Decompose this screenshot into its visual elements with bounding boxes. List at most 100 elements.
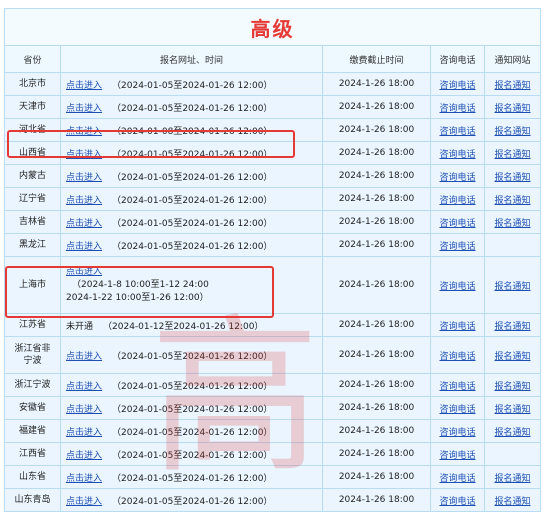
exam-registration-table: 高级 省份 报名网址、时间 缴费截止时间 咨询电话 通知网站 北京市 点击进入 （2…: [3, 8, 542, 512]
table-row: 山东省 点击进入 （2024-01-05至2024-01-26 12:00） 2024…: [4, 465, 542, 489]
phone-link[interactable]: 咨询电话: [439, 173, 475, 183]
notice-cell: 报名通知: [483, 373, 542, 397]
register-link[interactable]: 点击进入: [66, 104, 102, 114]
phone-link[interactable]: 咨询电话: [439, 352, 475, 362]
phone-link[interactable]: 咨询电话: [439, 322, 475, 332]
register-link[interactable]: 点击进入: [66, 266, 320, 279]
notice-link[interactable]: 报名通知: [495, 173, 531, 183]
register-link[interactable]: 点击进入: [66, 405, 102, 415]
registration-cell: 点击进入 （2024-01-05至2024-01-26 12:00）: [60, 95, 323, 119]
registration-cell: 点击进入 （2024-01-05至2024-01-26 12:00）: [60, 164, 323, 188]
notice-cell: 报名通知: [483, 313, 542, 337]
registration-cell: 点击进入 （2024-01-05至2024-01-26 12:00）: [60, 141, 323, 165]
deadline-cell: 2024-1-26 18:00: [322, 465, 431, 489]
phone-link[interactable]: 咨询电话: [439, 428, 475, 438]
registration-dates: （2024-01-05至2024-01-26 12:00）: [112, 218, 273, 229]
phone-cell: 咨询电话: [430, 465, 485, 489]
province-cell: 浙江省非宁波: [4, 336, 61, 374]
deadline-cell: 2024-1-26 18:00: [322, 256, 431, 314]
register-link[interactable]: 点击进入: [66, 173, 102, 183]
phone-link[interactable]: 咨询电话: [439, 382, 475, 392]
register-link[interactable]: 点击进入: [66, 81, 102, 91]
province-cell: 山东省: [4, 465, 61, 489]
notice-link[interactable]: 报名通知: [495, 352, 531, 362]
phone-link[interactable]: 咨询电话: [439, 150, 475, 160]
phone-cell: 咨询电话: [430, 118, 485, 142]
notice-cell: 报名通知: [483, 210, 542, 234]
deadline-cell: 2024-1-26 18:00: [322, 313, 431, 337]
registration-cell: 点击进入 （2024-01-05至2024-01-26 12:00）: [60, 210, 323, 234]
phone-link[interactable]: 咨询电话: [439, 282, 475, 292]
table-row: 河北省 点击进入 （2024-01-08至2024-01-26 12:00） 2024…: [4, 118, 542, 142]
registration-cell: 点击进入 （2024-01-05至2024-01-26 12:00）: [60, 488, 323, 512]
register-link[interactable]: 点击进入: [66, 196, 102, 206]
province-name: 江西省: [18, 449, 46, 459]
notice-link[interactable]: 报名通知: [495, 382, 531, 392]
header-province: 省份: [4, 45, 61, 73]
phone-link[interactable]: 咨询电话: [439, 242, 475, 252]
phone-link[interactable]: 咨询电话: [439, 474, 475, 484]
notice-link[interactable]: 报名通知: [495, 127, 531, 137]
deadline-cell: 2024-1-26 18:00: [322, 187, 431, 211]
notice-link[interactable]: 报名通知: [495, 282, 531, 292]
notice-cell: 报名通知: [483, 187, 542, 211]
notice-link[interactable]: 报名通知: [495, 196, 531, 206]
notice-link[interactable]: 报名通知: [495, 405, 531, 415]
notice-cell: [483, 233, 542, 257]
deadline-cell: 2024-1-26 18:00: [322, 72, 431, 96]
registration-dates: （2024-01-08至2024-01-26 12:00）: [112, 126, 273, 137]
register-link[interactable]: 点击进入: [66, 127, 102, 137]
province-cell: 山东青岛: [4, 488, 61, 512]
province-cell: 河北省: [4, 118, 61, 142]
notice-link[interactable]: 报名通知: [495, 474, 531, 484]
notice-link[interactable]: 报名通知: [495, 81, 531, 91]
title-row: 高级: [3, 8, 542, 46]
register-link[interactable]: 点击进入: [66, 150, 102, 160]
register-link[interactable]: 点击进入: [66, 382, 102, 392]
notice-link[interactable]: 报名通知: [495, 104, 531, 114]
register-link[interactable]: 点击进入: [66, 474, 102, 484]
register-link[interactable]: 点击进入: [66, 428, 102, 438]
phone-cell: 咨询电话: [430, 141, 485, 165]
phone-link[interactable]: 咨询电话: [439, 81, 475, 91]
register-link[interactable]: 点击进入: [66, 352, 102, 362]
notice-link[interactable]: 报名通知: [495, 219, 531, 229]
phone-link[interactable]: 咨询电话: [439, 127, 475, 137]
page-title: 高级: [3, 8, 542, 46]
notice-cell: 报名通知: [483, 118, 542, 142]
registration-dates: （2024-01-05至2024-01-26 12:00）: [112, 149, 273, 160]
registration-cell: 点击进入 （2024-01-05至2024-01-26 12:00）: [60, 233, 323, 257]
table-row: 上海市 点击进入 （2024-1-8 10:00至1-12 24:00 2024-1-…: [4, 256, 542, 314]
notice-link[interactable]: 报名通知: [495, 428, 531, 438]
notice-link[interactable]: 报名通知: [495, 322, 531, 332]
table-row: 内蒙古 点击进入 （2024-01-05至2024-01-26 12:00） 2024…: [4, 164, 542, 188]
phone-cell: 咨询电话: [430, 187, 485, 211]
registration-dates: （2024-01-05至2024-01-26 12:00）: [112, 80, 273, 91]
registration-cell: 点击进入 （2024-01-05至2024-01-26 12:00）: [60, 396, 323, 420]
registration-cell: 点击进入 （2024-01-05至2024-01-26 12:00）: [60, 336, 323, 374]
province-name: 山东青岛: [14, 495, 51, 505]
province-cell: 江西省: [4, 442, 61, 466]
province-cell: 北京市: [4, 72, 61, 96]
header-deadline: 缴费截止时间: [322, 45, 431, 73]
notice-link[interactable]: 报名通知: [495, 150, 531, 160]
province-cell: 天津市: [4, 95, 61, 119]
phone-link[interactable]: 咨询电话: [439, 196, 475, 206]
deadline-cell: 2024-1-26 18:00: [322, 419, 431, 443]
registration-cell: 点击进入 （2024-01-05至2024-01-26 12:00）: [60, 465, 323, 489]
notice-cell: 报名通知: [483, 141, 542, 165]
phone-link[interactable]: 咨询电话: [439, 219, 475, 229]
register-link[interactable]: 点击进入: [66, 451, 102, 461]
table-row: 江西省 点击进入 （2024-01-05至2024-01-26 12:00） 2024…: [4, 442, 542, 466]
registration-cell: 点击进入 （2024-01-05至2024-01-26 12:00）: [60, 419, 323, 443]
deadline-cell: 2024-1-26 18:00: [322, 141, 431, 165]
phone-link[interactable]: 咨询电话: [439, 451, 475, 461]
register-link[interactable]: 点击进入: [66, 242, 102, 252]
notice-cell: 报名通知: [483, 164, 542, 188]
phone-link[interactable]: 咨询电话: [439, 104, 475, 114]
province-cell: 山西省: [4, 141, 61, 165]
register-link[interactable]: 点击进入: [66, 219, 102, 229]
phone-link[interactable]: 咨询电话: [439, 405, 475, 415]
table-row: 浙江宁波 点击进入 （2024-01-05至2024-01-26 12:00） 202…: [4, 373, 542, 397]
notice-cell: 报名通知: [483, 336, 542, 374]
